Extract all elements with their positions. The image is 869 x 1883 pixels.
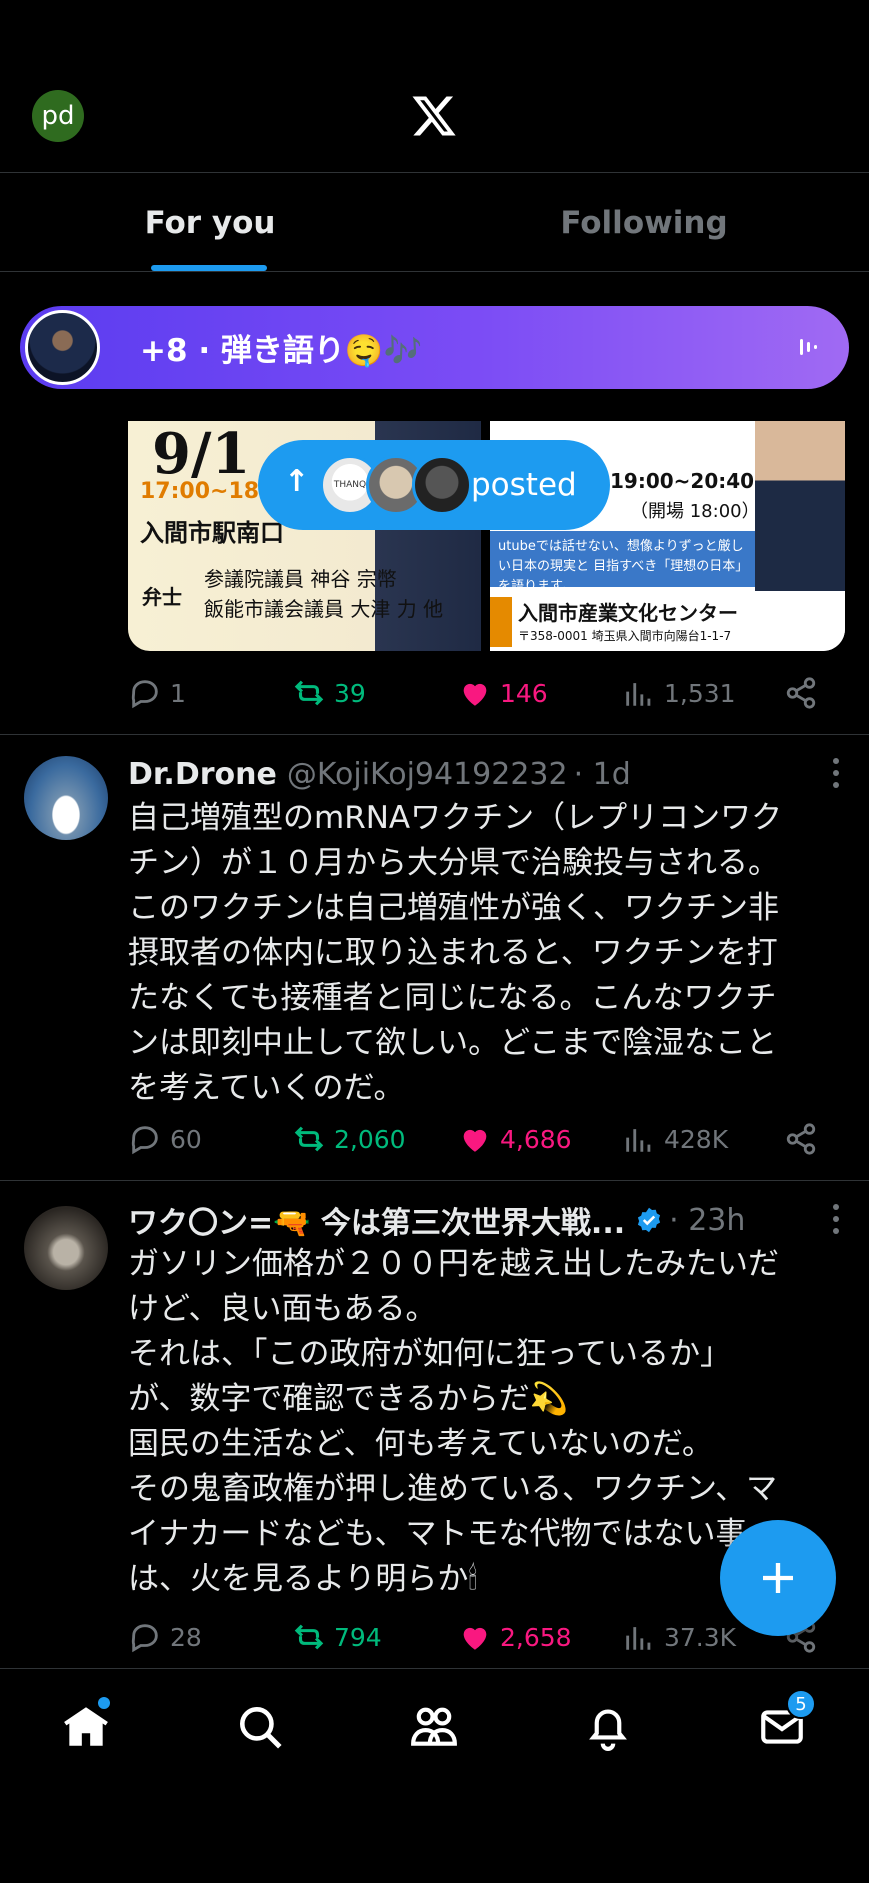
tweet-timestamp[interactable]: · 23h: [669, 1203, 745, 1238]
tweet-header: ワク〇ン=🔫 今は第三次世界大戦... · 23h: [128, 1198, 745, 1242]
new-content-dot: [98, 1697, 110, 1709]
repost-icon: [294, 1624, 324, 1650]
live-space-bar[interactable]: +8 · 弾き語り🤤🎶: [20, 306, 849, 389]
nav-messages[interactable]: 5: [752, 1689, 816, 1757]
heart-filled-icon: [463, 1627, 487, 1650]
verified-badge-icon: [638, 1207, 661, 1233]
tweet-actions: 1 39 146 1,531: [128, 668, 828, 718]
poster-date: 9/1: [152, 421, 251, 487]
communities-icon: [411, 1707, 457, 1746]
views-chart-icon: [626, 1129, 651, 1152]
views-chart-icon: [626, 1627, 651, 1650]
tweet-timestamp[interactable]: · 1d: [574, 757, 631, 792]
reply-button[interactable]: 1: [128, 668, 186, 718]
reply-icon: [131, 680, 158, 709]
timeline-tabs: For you Following: [0, 172, 869, 272]
repost-button[interactable]: 2,060: [292, 1114, 406, 1164]
tweet-header: Dr.Drone @KojiKoj94192232 · 1d: [128, 752, 631, 796]
share-button[interactable]: [784, 668, 818, 718]
tweet-author-name[interactable]: Dr.Drone: [128, 757, 277, 792]
poster-right-person: [755, 421, 845, 591]
tweet-author-avatar[interactable]: [24, 756, 108, 840]
bottom-navigation: 5: [0, 1668, 869, 1784]
views-button[interactable]: 37.3K: [622, 1612, 736, 1662]
active-tab-indicator: [151, 265, 267, 271]
space-title: +8 · 弾き語り🤤🎶: [140, 333, 423, 369]
nav-communities[interactable]: [404, 1697, 464, 1757]
account-avatar[interactable]: pd: [32, 90, 84, 142]
tweet-author-name[interactable]: ワク〇ン=🔫 今は第三次世界大戦...: [128, 1198, 625, 1242]
tweet-actions: 60 2,060 4,686 428K: [128, 1114, 828, 1164]
heart-filled-icon: [463, 683, 487, 706]
heart-filled-icon: [463, 1129, 487, 1152]
poster-tag: 弁士: [142, 585, 182, 609]
reply-button[interactable]: 60: [128, 1114, 202, 1164]
venue-tag: [490, 597, 512, 647]
x-logo-icon: [412, 96, 456, 136]
repost-icon: [294, 680, 324, 706]
views-button[interactable]: 428K: [622, 1114, 728, 1164]
tab-following[interactable]: Following: [434, 173, 854, 273]
top-bar: pd: [0, 0, 869, 172]
new-posts-label: posted: [471, 467, 577, 503]
tweet-text: 自己増殖型のmRNAワクチン（レプリコンワク チン）が１０月から大分県で治験投与…: [128, 800, 783, 1106]
reply-button[interactable]: 28: [128, 1612, 202, 1662]
nav-search[interactable]: [230, 1697, 290, 1757]
poster-speaker-1: 参議院議員 神谷 宗幣: [204, 567, 397, 591]
tweet-author-handle[interactable]: @KojiKoj94192232: [287, 757, 568, 792]
compose-post-button[interactable]: [720, 1520, 836, 1636]
poster-time: 17:00~18: [140, 479, 260, 504]
poster-right-time: 19:00~20:40: [610, 469, 755, 493]
search-icon: [240, 1707, 282, 1749]
nav-home[interactable]: [56, 1697, 116, 1757]
poster-right-venue: 入間市産業文化センター 〒358-0001 埼玉県入間市向陽台1-1-7: [490, 591, 845, 651]
reply-icon: [131, 1624, 158, 1653]
poster-speaker-2: 飯能市議会議員 大津 力 他: [204, 597, 444, 621]
share-button[interactable]: [784, 1114, 818, 1164]
repost-button[interactable]: 794: [292, 1612, 382, 1662]
like-button[interactable]: 146: [458, 668, 548, 718]
share-icon: [786, 677, 816, 709]
messages-badge: 5: [786, 1689, 816, 1719]
audio-wave-icon: [800, 339, 817, 355]
poster-right-band: utubeでは話せない、想像よりずっと厳しい日本の現実と 目指すべき「理想の日本…: [490, 531, 760, 594]
repost-button[interactable]: 39: [292, 668, 366, 718]
plus-icon: [763, 1563, 793, 1593]
divider: [0, 1180, 869, 1181]
reply-icon: [131, 1126, 158, 1155]
tab-for-you[interactable]: For you: [0, 173, 420, 273]
tweet-actions: 28 794 2,658 37.3K: [128, 1612, 828, 1662]
space-host-avatar: [25, 310, 100, 385]
views-chart-icon: [626, 683, 651, 706]
new-posts-pill[interactable]: ↑ THANQ posted: [258, 440, 610, 530]
like-button[interactable]: 2,658: [458, 1612, 572, 1662]
more-options-icon[interactable]: [831, 758, 841, 792]
more-options-icon[interactable]: [831, 1204, 841, 1238]
like-button[interactable]: 4,686: [458, 1114, 572, 1164]
tweet-author-avatar[interactable]: [24, 1206, 108, 1290]
new-post-avatar-3: [412, 455, 472, 515]
divider: [0, 734, 869, 735]
venue-address: 〒358-0001 埼玉県入間市向陽台1-1-7: [518, 629, 732, 643]
share-icon: [786, 1123, 816, 1155]
views-button[interactable]: 1,531: [622, 668, 736, 718]
nav-notifications[interactable]: [578, 1697, 638, 1757]
home-icon: [64, 1707, 108, 1746]
repost-icon: [294, 1126, 324, 1152]
bell-icon: [589, 1709, 627, 1751]
venue-name: 入間市産業文化センター: [518, 601, 738, 625]
poster-place: 入間市駅南口: [140, 519, 284, 547]
poster-right-doors: （開場 18:00）: [630, 501, 760, 522]
arrow-up-icon: ↑: [284, 464, 310, 499]
